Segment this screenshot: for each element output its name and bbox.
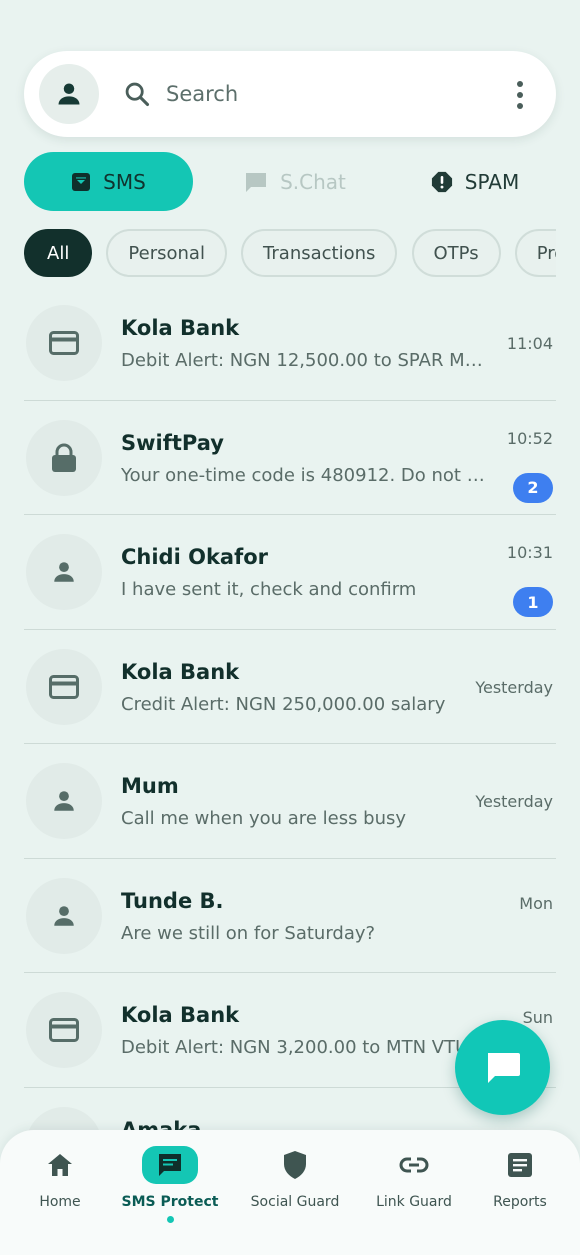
chip-personal[interactable]: Personal (106, 229, 227, 277)
nav-sms-protect-label: SMS Protect (121, 1194, 219, 1210)
conversation-row[interactable]: Tunde B. Are we still on for Saturday? M… (24, 859, 556, 973)
search-icon (122, 79, 152, 109)
avatar (26, 534, 102, 610)
shield-icon (283, 1146, 307, 1184)
nav-social-guard-label: Social Guard (250, 1194, 340, 1210)
tab-schat[interactable]: S.Chat (240, 152, 350, 211)
message-icon (142, 1146, 198, 1184)
unread-badge: 1 (513, 587, 553, 617)
chat-icon (246, 172, 267, 192)
person-icon (54, 905, 74, 926)
conversation-row[interactable]: Kola Bank Debit Alert: NGN 12,500.00 to … (24, 286, 556, 401)
inbox-icon (72, 172, 91, 191)
report-icon (507, 1146, 533, 1184)
nav-link-guard-label: Link Guard (376, 1194, 452, 1210)
alert-icon (431, 171, 452, 192)
conversation-name: Tunde B. (121, 888, 224, 913)
bottom-navigation: Home SMS Protect Social Guard Link Guard… (0, 1130, 580, 1255)
tab-spam[interactable]: SPAM (425, 152, 525, 211)
tab-schat-label: S.Chat (280, 169, 346, 194)
nav-sms-protect[interactable]: SMS Protect (120, 1130, 220, 1255)
conversation-name: Kola Bank (121, 659, 240, 684)
link-icon (399, 1146, 429, 1184)
conversation-time: 10:52 (506, 428, 553, 448)
nav-home-label: Home (39, 1194, 81, 1210)
avatar (26, 877, 102, 954)
conversation-preview: Are we still on for Saturday? (121, 922, 376, 944)
conversation-time: 10:31 (506, 543, 553, 562)
avatar (26, 763, 102, 839)
chip-promotions[interactable]: Prom (514, 229, 556, 277)
sms-inbox-screen: SMS S.Chat SPAM All Personal Transaction… (0, 0, 580, 1255)
avatar (26, 305, 102, 381)
conversation-preview: Debit Alert: NGN 12,500.00 to SPAR MARKE… (121, 350, 493, 371)
person-icon (54, 791, 74, 811)
tab-spam-label: SPAM (464, 169, 520, 194)
nav-home[interactable]: Home (20, 1130, 100, 1255)
tab-sms[interactable]: SMS (24, 152, 193, 211)
filter-chips: All Personal Transactions OTPs Prom (24, 229, 556, 277)
conversation-name: Chidi Okafor (121, 545, 269, 569)
conversation-time: 11:04 (506, 334, 553, 353)
person-icon (54, 562, 74, 582)
tab-sms-label: SMS (103, 169, 146, 194)
conversation-name: Mum (121, 774, 179, 798)
more-options-icon[interactable] (510, 81, 530, 109)
nav-reports-label: Reports (493, 1194, 547, 1210)
chip-otps[interactable]: OTPs (411, 229, 501, 277)
conversation-preview: Call me when you are less busy (121, 808, 407, 829)
search-bar (24, 51, 556, 137)
compose-message-icon (487, 1052, 520, 1083)
card-icon (49, 674, 79, 699)
nav-reports[interactable]: Reports (480, 1130, 560, 1255)
nav-link-guard[interactable]: Link Guard (364, 1130, 464, 1255)
compose-button[interactable] (455, 1020, 550, 1115)
conversation-row[interactable]: Mum Call me when you are less busy Yeste… (24, 744, 556, 859)
conversation-preview: Credit Alert: NGN 250,000.00 salary (121, 693, 446, 715)
conversation-preview: I have sent it, check and confirm (121, 579, 417, 600)
conversation-name: Kola Bank (121, 316, 240, 340)
card-icon (49, 1018, 79, 1042)
chip-all[interactable]: All (24, 229, 93, 277)
lock-icon (52, 443, 76, 472)
avatar (26, 648, 102, 725)
unread-badge: 2 (513, 472, 553, 503)
conversation-time: Sun (522, 1008, 553, 1027)
avatar (26, 419, 102, 496)
conversation-row[interactable]: SwiftPay Your one-time code is 480912. D… (24, 401, 556, 515)
card-icon (49, 331, 79, 355)
chip-transactions[interactable]: Transactions (241, 229, 398, 277)
conversation-name: SwiftPay (121, 430, 224, 455)
home-icon (47, 1146, 73, 1184)
person-icon (58, 83, 80, 105)
conversation-row[interactable]: Chidi Okafor I have sent it, check and c… (24, 515, 556, 630)
conversation-time: Yesterday (475, 792, 553, 811)
conversation-name: Kola Bank (121, 1003, 240, 1027)
conversation-time: Mon (519, 893, 553, 913)
conversation-preview: Your one-time code is 480912. Do not sha… (121, 464, 493, 486)
avatar (26, 992, 102, 1068)
conversation-preview: Debit Alert: NGN 3,200.00 to MTN VTU (121, 1037, 469, 1058)
profile-avatar[interactable] (39, 64, 99, 124)
search-input[interactable] (166, 82, 486, 106)
conversation-row[interactable]: Kola Bank Credit Alert: NGN 250,000.00 s… (24, 630, 556, 744)
active-indicator (166, 1216, 174, 1223)
conversation-time: Yesterday (475, 677, 553, 697)
nav-social-guard[interactable]: Social Guard (245, 1130, 345, 1255)
